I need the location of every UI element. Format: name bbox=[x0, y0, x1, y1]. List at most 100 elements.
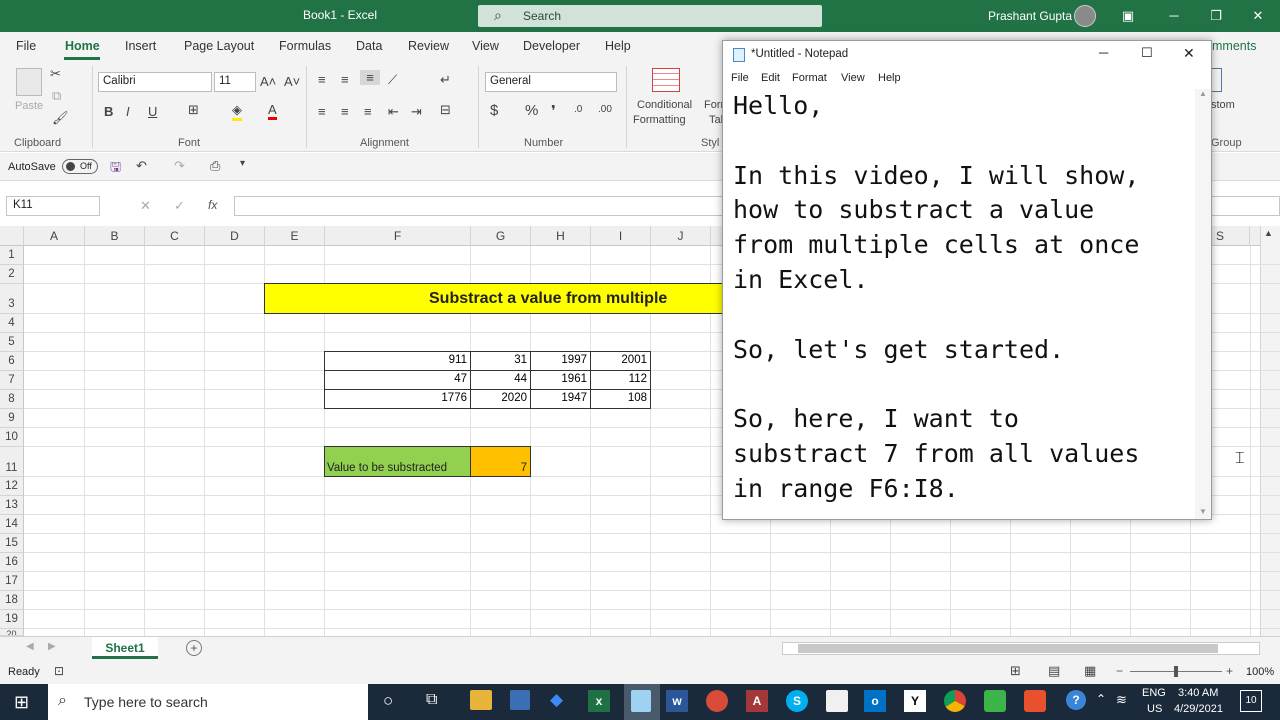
insert-function-icon[interactable]: fx bbox=[208, 198, 217, 212]
column-header[interactable]: D bbox=[205, 226, 265, 246]
word-icon[interactable]: w bbox=[666, 690, 688, 712]
language-line1[interactable]: ENG bbox=[1142, 687, 1166, 699]
customize-qat-icon[interactable]: ▾ bbox=[240, 158, 245, 169]
menu-view[interactable]: View bbox=[841, 72, 865, 84]
decrease-indent-icon[interactable]: ⇤ bbox=[388, 104, 399, 120]
access-icon[interactable]: A bbox=[746, 690, 768, 712]
column-header[interactable]: H bbox=[531, 226, 591, 246]
undo-icon[interactable]: ↶ bbox=[136, 158, 147, 174]
decrease-decimal-icon[interactable]: .00 bbox=[598, 104, 612, 115]
merge-center-icon[interactable]: ⊟ bbox=[440, 102, 451, 118]
align-center-icon[interactable]: ≡ bbox=[341, 104, 349, 119]
close-icon[interactable]: ✕ bbox=[1183, 45, 1195, 62]
zoom-in-icon[interactable]: + bbox=[1226, 664, 1233, 678]
page-break-view-icon[interactable]: ▦ bbox=[1084, 663, 1096, 679]
font-name-dropdown[interactable]: Calibri bbox=[98, 72, 212, 92]
zoom-level[interactable]: 100% bbox=[1246, 666, 1274, 678]
chevron-up-icon[interactable]: ⌃ bbox=[1096, 692, 1106, 706]
column-header[interactable]: C bbox=[145, 226, 205, 246]
macro-record-icon[interactable]: ⊡ bbox=[54, 664, 64, 678]
font-color-icon[interactable]: A bbox=[268, 102, 277, 120]
horizontal-scroll-thumb[interactable] bbox=[798, 644, 1218, 653]
scroll-up-icon[interactable]: ▲ bbox=[1264, 228, 1273, 238]
table-cell[interactable]: 1997 bbox=[531, 354, 590, 366]
notepad-scrollbar[interactable]: ▲ ▼ bbox=[1195, 89, 1211, 519]
increase-font-icon[interactable]: A˄ bbox=[260, 74, 276, 89]
align-middle-icon[interactable]: ≡ bbox=[341, 72, 349, 87]
table-cell[interactable]: 2020 bbox=[471, 392, 530, 404]
banner-title[interactable]: Substract a value from multiple bbox=[264, 283, 764, 314]
row-header[interactable]: 10 bbox=[0, 428, 24, 447]
increase-decimal-icon[interactable]: .0 bbox=[574, 104, 582, 115]
save-icon[interactable]: 🖫 bbox=[110, 158, 121, 180]
align-bottom-icon[interactable]: ≡ bbox=[360, 70, 380, 85]
tab-page-layout[interactable]: Page Layout bbox=[184, 39, 254, 53]
zoom-slider-thumb[interactable] bbox=[1174, 666, 1178, 677]
row-header[interactable]: 6 bbox=[0, 352, 24, 371]
cancel-icon[interactable]: ✕ bbox=[140, 198, 151, 214]
align-top-icon[interactable]: ≡ bbox=[318, 72, 326, 87]
comma-icon[interactable]: ❜ bbox=[551, 102, 556, 120]
table-cell[interactable]: 1776 bbox=[325, 392, 470, 404]
align-right-icon[interactable]: ≡ bbox=[364, 104, 372, 119]
column-header[interactable]: I bbox=[591, 226, 651, 246]
table-cell[interactable]: 108 bbox=[591, 392, 650, 404]
network-icon[interactable]: ≋ bbox=[1116, 692, 1127, 708]
row-header[interactable]: 11 bbox=[0, 447, 24, 477]
column-header[interactable]: B bbox=[85, 226, 145, 246]
tab-review[interactable]: Review bbox=[408, 39, 449, 53]
enter-icon[interactable]: ✓ bbox=[174, 198, 185, 214]
tab-home[interactable]: Home bbox=[65, 39, 100, 53]
row-header[interactable]: 4 bbox=[0, 314, 24, 333]
notepad-text-area[interactable]: Hello, In this video, I will show, how t… bbox=[733, 89, 1195, 509]
tab-data[interactable]: Data bbox=[356, 39, 382, 53]
zoom-out-icon[interactable]: − bbox=[1116, 664, 1123, 678]
next-sheet-icon[interactable]: ▶ bbox=[48, 641, 56, 652]
font-size-dropdown[interactable]: 11 bbox=[214, 72, 256, 92]
sheet-tab-sheet1[interactable]: Sheet1 bbox=[92, 637, 158, 659]
camtasia-green-icon[interactable] bbox=[984, 690, 1006, 712]
clock-time[interactable]: 3:40 AM bbox=[1178, 687, 1218, 699]
tab-view[interactable]: View bbox=[472, 39, 499, 53]
column-header[interactable]: F bbox=[325, 226, 471, 246]
notification-icon[interactable]: 10 bbox=[1240, 690, 1262, 712]
row-header[interactable]: 17 bbox=[0, 572, 24, 591]
paste-icon[interactable] bbox=[16, 68, 42, 96]
excel-icon[interactable]: x bbox=[588, 690, 610, 712]
menu-file[interactable]: File bbox=[731, 72, 749, 84]
task-view-icon[interactable]: ⧉ bbox=[426, 691, 437, 709]
windows-start-icon[interactable]: ⊞ bbox=[14, 692, 29, 713]
column-header[interactable]: G bbox=[471, 226, 531, 246]
prev-sheet-icon[interactable]: ◀ bbox=[26, 641, 34, 652]
clock-date[interactable]: 4/29/2021 bbox=[1174, 703, 1223, 715]
bold-icon[interactable]: B bbox=[104, 104, 113, 119]
tab-help[interactable]: Help bbox=[605, 39, 631, 53]
name-box[interactable]: K11 bbox=[6, 196, 100, 216]
avatar[interactable] bbox=[1074, 5, 1096, 27]
tab-insert[interactable]: Insert bbox=[125, 39, 156, 53]
notepad-window[interactable]: *Untitled - Notepad ─ ☐ ✕ File Edit Form… bbox=[722, 40, 1212, 520]
comments-button[interactable]: mments bbox=[1212, 39, 1256, 53]
format-painter-icon[interactable]: 🖌 bbox=[52, 110, 69, 126]
row-header[interactable]: 18 bbox=[0, 591, 24, 610]
minimize-icon[interactable]: ─ bbox=[1099, 45, 1108, 60]
minimize-icon[interactable]: ─ bbox=[1164, 6, 1184, 26]
menu-edit[interactable]: Edit bbox=[761, 72, 780, 84]
vertical-scrollbar[interactable] bbox=[1260, 226, 1280, 636]
table-cell[interactable]: 1947 bbox=[531, 392, 590, 404]
row-header[interactable]: 7 bbox=[0, 371, 24, 390]
print-preview-icon[interactable]: ⎙ bbox=[210, 158, 220, 174]
row-header[interactable]: 19 bbox=[0, 610, 24, 629]
menu-help[interactable]: Help bbox=[878, 72, 901, 84]
app-icon[interactable] bbox=[826, 690, 848, 712]
row-header[interactable]: 1 bbox=[0, 246, 24, 265]
table-cell[interactable]: 2001 bbox=[591, 354, 650, 366]
table-cell[interactable]: 47 bbox=[325, 373, 470, 385]
row-header[interactable]: 5 bbox=[0, 333, 24, 352]
conditional-formatting-icon[interactable] bbox=[652, 68, 680, 92]
select-all[interactable] bbox=[0, 226, 24, 246]
italic-icon[interactable]: I bbox=[126, 104, 130, 119]
conditional-formatting-label1[interactable]: Conditional bbox=[637, 99, 692, 111]
cut-icon[interactable]: ✂ bbox=[50, 66, 61, 82]
increase-indent-icon[interactable]: ⇥ bbox=[411, 104, 422, 120]
